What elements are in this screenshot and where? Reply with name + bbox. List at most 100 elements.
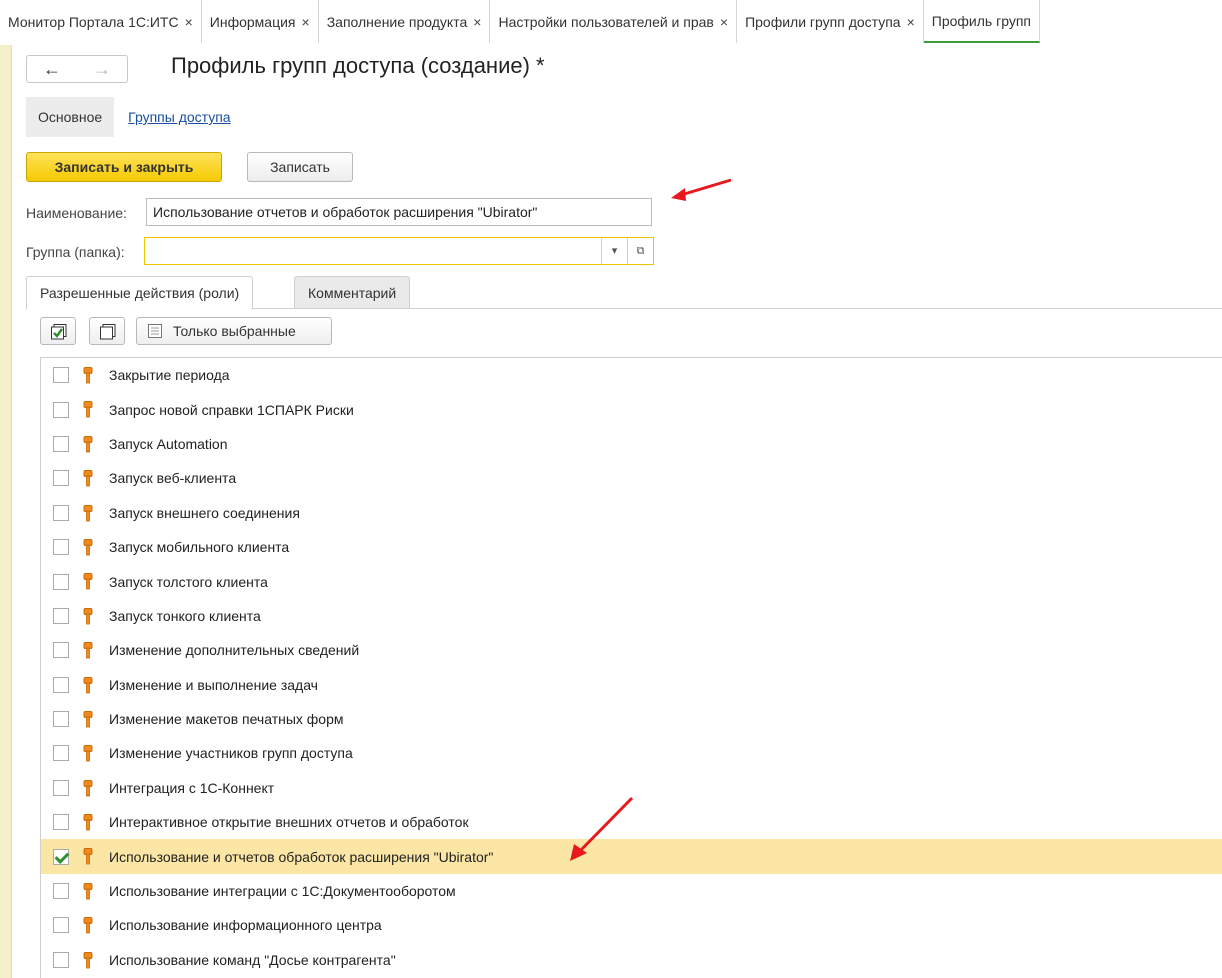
role-checkbox[interactable]	[53, 470, 69, 487]
close-icon[interactable]: ×	[720, 14, 728, 30]
role-label: Запуск толстого клиента	[109, 573, 268, 590]
role-key-icon	[83, 367, 93, 384]
role-key-icon	[83, 710, 93, 728]
list-item[interactable]: Использование интеграции с 1С:Документоо…	[41, 874, 1222, 908]
name-field[interactable]: Использование отчетов и обработок расшир…	[146, 198, 652, 226]
only-selected-label: Только выбранные	[173, 323, 296, 339]
role-key-icon	[83, 470, 93, 487]
role-checkbox[interactable]	[53, 573, 69, 590]
tab-access-group-profile[interactable]: Профиль групп	[923, 0, 1041, 43]
save-and-close-button[interactable]: Записать и закрыть	[26, 152, 222, 182]
list-item[interactable]: Запуск мобильного клиента	[41, 530, 1222, 564]
role-label: Использование интеграции с 1С:Документоо…	[109, 883, 456, 900]
uncheck-all-icon	[100, 324, 116, 340]
tab-access-group-profiles[interactable]: Профили групп доступа ×	[737, 0, 924, 43]
role-key-icon	[83, 676, 93, 693]
list-item[interactable]: Использование информационного центра	[41, 908, 1222, 942]
role-checkbox[interactable]	[53, 539, 69, 556]
list-item[interactable]: Изменение дополнительных сведений	[41, 633, 1222, 667]
role-label: Закрытие периода	[109, 367, 230, 384]
role-checkbox[interactable]	[53, 504, 69, 521]
role-checkbox[interactable]	[53, 367, 69, 384]
annotation-arrow-1	[671, 178, 732, 201]
forward-arrow-icon[interactable]: →	[77, 56, 127, 82]
tab-comment[interactable]: Комментарий	[294, 276, 411, 309]
group-label: Группа (папка):	[26, 244, 125, 260]
list-item[interactable]: Изменение макетов печатных форм	[41, 702, 1222, 736]
access-groups-link[interactable]: Группы доступа	[128, 109, 230, 125]
role-label: Изменение участников групп доступа	[109, 745, 353, 762]
back-arrow-icon[interactable]: ←	[27, 56, 77, 82]
role-key-icon	[83, 779, 93, 797]
group-field-controls: ▾ ⧉	[601, 238, 653, 264]
role-key-icon	[83, 882, 93, 900]
only-selected-button[interactable]: Только выбранные	[136, 317, 332, 345]
tab-label: Монитор Портала 1С:ИТС	[8, 13, 179, 30]
role-checkbox[interactable]	[53, 745, 69, 762]
role-key-icon	[83, 435, 93, 453]
list-item[interactable]: Закрытие периода	[41, 358, 1222, 392]
role-label: Запуск внешнего соединения	[109, 504, 300, 521]
panel-tabs: Разрешенные действия (роли) Комментарий	[26, 276, 1222, 310]
list-item[interactable]: Запуск Automation	[41, 427, 1222, 461]
window-tabs: Монитор Портала 1С:ИТС × Информация × Запо…	[0, 0, 1222, 45]
role-label: Использование и отчетов обработок расшир…	[109, 848, 494, 865]
nav-buttons: ← →	[26, 55, 128, 83]
close-icon[interactable]: ×	[907, 14, 915, 30]
close-icon[interactable]: ×	[185, 14, 193, 30]
role-key-icon	[83, 401, 93, 418]
tab-information[interactable]: Информация ×	[202, 0, 319, 43]
list-item[interactable]: Использование команд "Досье контрагента"	[41, 943, 1222, 977]
role-checkbox[interactable]	[53, 951, 69, 968]
role-checkbox[interactable]	[53, 676, 69, 693]
role-label: Интеграция с 1С-Коннект	[109, 779, 275, 796]
role-checkbox[interactable]	[53, 779, 69, 796]
role-label: Изменение и выполнение задач	[109, 676, 318, 693]
role-checkbox[interactable]	[53, 642, 69, 659]
role-label: Использование команд "Досье контрагента"	[109, 951, 396, 968]
role-checkbox[interactable]	[53, 711, 69, 728]
list-item[interactable]: Запуск внешнего соединения	[41, 496, 1222, 530]
tab-label: Профиль групп	[931, 12, 1032, 29]
tab-user-settings[interactable]: Настройки пользователей и прав ×	[490, 0, 738, 43]
list-item[interactable]: Запуск толстого клиента	[41, 564, 1222, 598]
uncheck-all-button[interactable]	[89, 317, 125, 345]
page-title: Профиль групп доступа (создание) *	[171, 53, 545, 78]
role-key-icon	[83, 951, 93, 969]
close-icon[interactable]: ×	[302, 14, 310, 30]
role-label: Запрос новой справки 1СПАРК Риски	[109, 401, 354, 418]
annotation-arrow-2	[570, 796, 634, 861]
role-checkbox[interactable]	[53, 883, 69, 900]
tab-label: Информация	[209, 13, 296, 30]
tab-product-filling[interactable]: Заполнение продукта ×	[319, 0, 491, 43]
tab-allowed-roles[interactable]: Разрешенные действия (роли)	[26, 276, 254, 310]
save-button[interactable]: Записать	[247, 152, 353, 182]
role-checkbox[interactable]	[53, 607, 69, 624]
list-item[interactable]: Запуск веб-клиента	[41, 461, 1222, 495]
role-key-icon	[83, 642, 93, 659]
role-key-icon	[83, 848, 93, 865]
tab-label: Настройки пользователей и прав	[498, 13, 714, 30]
role-checkbox[interactable]	[53, 917, 69, 934]
section-main[interactable]: Основное	[26, 97, 115, 137]
role-checkbox[interactable]	[53, 401, 69, 418]
list-item[interactable]: Изменение и выполнение задач	[41, 668, 1222, 702]
form-area: ← → Профиль групп доступа (создание) * О…	[13, 45, 1222, 978]
tab-portal-monitor[interactable]: Монитор Портала 1С:ИТС ×	[0, 0, 202, 43]
role-label: Запуск мобильного клиента	[109, 539, 290, 556]
list-item[interactable]: Изменение участников групп доступа	[41, 736, 1222, 770]
role-checkbox[interactable]	[53, 814, 69, 831]
group-field[interactable]: ▾ ⧉	[144, 237, 654, 265]
role-checkbox[interactable]	[53, 435, 69, 452]
list-item[interactable]: Запуск тонкого клиента	[41, 599, 1222, 633]
role-label: Интерактивное открытие внешних отчетов и…	[109, 814, 469, 831]
open-icon[interactable]: ⧉	[627, 238, 653, 264]
close-icon[interactable]: ×	[473, 14, 481, 30]
role-label: Запуск веб-клиента	[109, 470, 237, 487]
chevron-down-icon[interactable]: ▾	[601, 238, 627, 264]
name-label: Наименование:	[26, 205, 127, 221]
check-all-button[interactable]	[40, 317, 76, 345]
tab-label: Заполнение продукта	[326, 13, 468, 30]
role-checkbox[interactable]	[53, 848, 69, 865]
list-item[interactable]: Запрос новой справки 1СПАРК Риски	[41, 392, 1222, 426]
